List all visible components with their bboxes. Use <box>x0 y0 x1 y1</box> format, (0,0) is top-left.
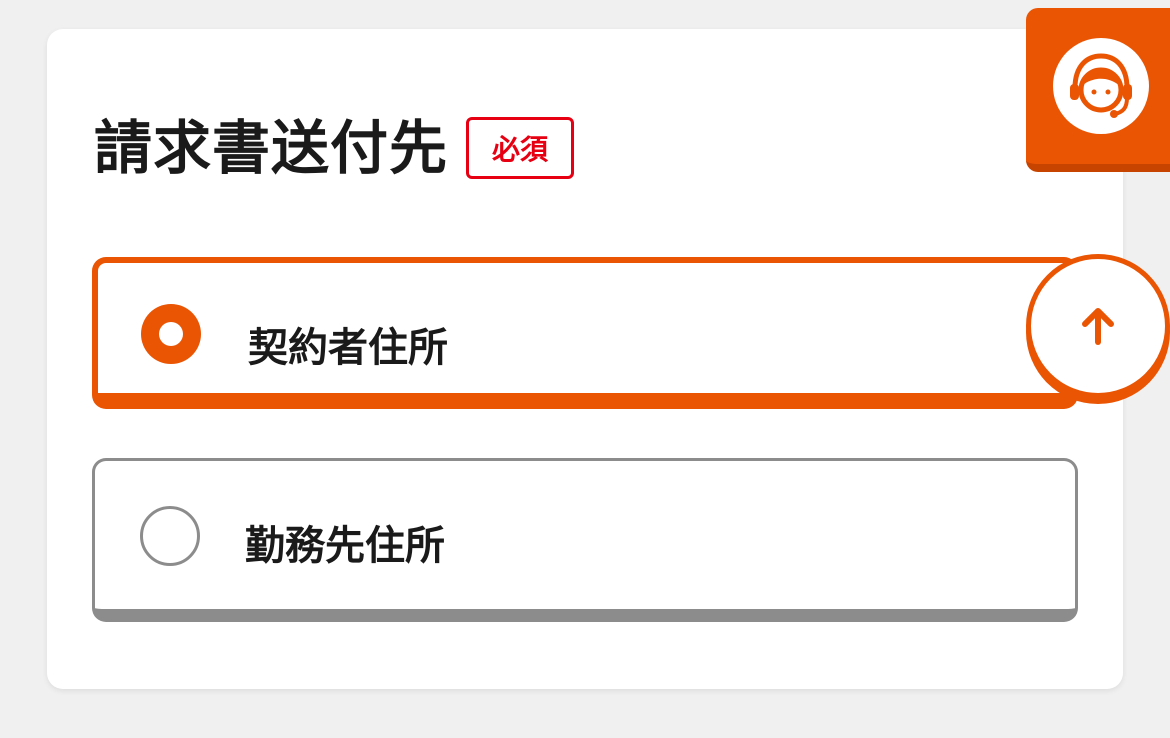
page: 請求書送付先 必須 契約者住所 勤務先住所 <box>0 0 1170 738</box>
option-label: 勤務先住所 <box>245 523 445 569</box>
support-circle <box>1053 38 1149 134</box>
support-chat-button[interactable] <box>1026 8 1170 172</box>
radio-dot <box>159 322 183 346</box>
option-label: 契約者住所 <box>248 325 448 371</box>
arrow-up-icon <box>1082 308 1114 345</box>
required-badge: 必須 <box>466 117 575 179</box>
option-contractor-address[interactable]: 契約者住所 <box>92 257 1078 409</box>
section-header: 請求書送付先 必須 <box>94 112 575 184</box>
radio-button-selected[interactable] <box>141 304 201 364</box>
scroll-to-top-button[interactable] <box>1026 254 1170 398</box>
section-title: 請求書送付先 <box>94 114 449 182</box>
option-workplace-address[interactable]: 勤務先住所 <box>92 458 1078 622</box>
operator-headset-icon <box>1070 53 1132 118</box>
radio-button-unselected[interactable] <box>140 506 200 566</box>
